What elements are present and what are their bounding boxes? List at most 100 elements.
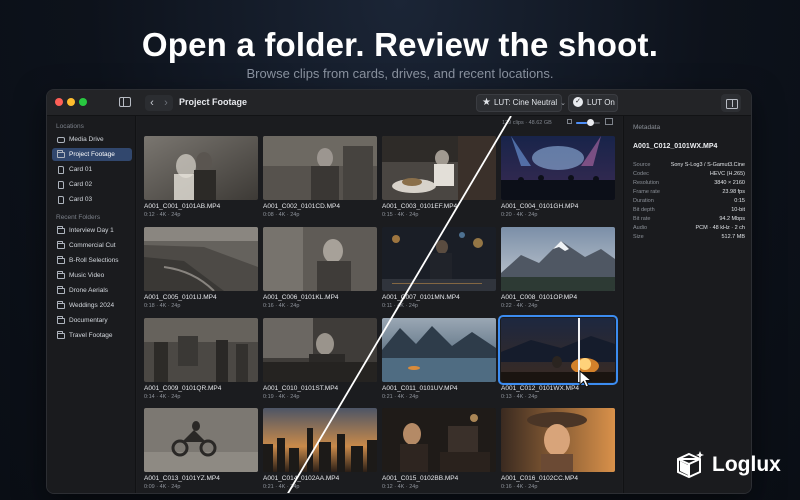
sidebar-item-b-roll-selections[interactable]: B-Roll Selections	[52, 254, 132, 267]
small-thumbnail-icon[interactable]	[567, 119, 572, 124]
card-icon	[58, 196, 64, 204]
clip-thumbnail	[263, 227, 377, 291]
clip-name: A001_C011_0101UV.MP4	[382, 385, 458, 392]
metadata-value: 0:15	[734, 198, 745, 204]
metadata-key: Duration	[633, 198, 654, 204]
clip-thumbnail	[501, 227, 615, 291]
sidebar-item-card-03[interactable]: Card 03	[52, 193, 132, 206]
clip-name: A001_C004_0101GH.MP4	[501, 203, 579, 210]
metadata-row: Bit rate 94.2 Mbps	[633, 216, 745, 225]
locations-heading: Locations	[56, 123, 84, 130]
sidebar-item-label: Weddings 2024	[69, 302, 115, 309]
sidebar-item-documentary[interactable]: Documentary	[52, 314, 132, 327]
sidebar-item-media-drive[interactable]: Media Drive	[52, 133, 132, 146]
metadata-key: Frame rate	[633, 189, 660, 195]
clip-meta: 0:18 · 4K · 24p	[144, 303, 181, 309]
clip-meta: 0:12 · 4K · 24p	[144, 212, 181, 218]
sidebar-item-drone-aerials[interactable]: Drone Aerials	[52, 284, 132, 297]
sidebar-item-label: B-Roll Selections	[69, 257, 119, 264]
metadata-value: 94.2 Mbps	[719, 216, 745, 222]
folder-icon	[57, 271, 65, 279]
card-icon	[58, 181, 64, 189]
sidebar-item-interview-day-1[interactable]: Interview Day 1	[52, 224, 132, 237]
clip-thumbnail	[263, 318, 377, 382]
folder-icon	[57, 301, 65, 309]
clip-thumbnail	[382, 318, 496, 382]
inspector-filename: A001_C012_0101WX.MP4	[633, 143, 718, 150]
clip-meta: 0:12 · 4K · 24p	[382, 484, 419, 490]
folder-icon	[57, 226, 65, 234]
metadata-key: Bit rate	[633, 216, 651, 222]
clip-name: A001_C016_0102CC.MP4	[501, 475, 578, 482]
cube-logo-icon	[677, 451, 704, 479]
back-button[interactable]: ‹	[145, 95, 159, 111]
metadata-key: Resolution	[633, 180, 659, 186]
metadata-value: 10-bit	[731, 207, 745, 213]
metadata-value: Sony S-Log3 / S-Gamut3.Cine	[670, 162, 745, 168]
metadata-key: Audio	[633, 225, 648, 231]
sidebar-item-card-02[interactable]: Card 02	[52, 178, 132, 191]
app-window: ‹ › Project Footage ★ LUT: Cine Neutral ⌄ …	[46, 89, 752, 494]
clip-name: A001_C002_0101CD.MP4	[263, 203, 340, 210]
star-icon: ★	[482, 97, 491, 108]
inspector-heading: Metadata	[633, 124, 661, 131]
sidebar: Locations Media Drive Project Footage Ca…	[47, 116, 136, 493]
large-thumbnail-icon[interactable]	[605, 118, 613, 125]
clip-name: A001_C005_0101IJ.MP4	[144, 294, 217, 301]
sidebar-item-travel-footage[interactable]: Travel Footage	[52, 329, 132, 342]
clip-thumbnail	[144, 136, 258, 200]
metadata-value: 3840 × 2160	[714, 180, 745, 186]
minimize-window-button[interactable]	[67, 98, 75, 106]
sidebar-item-music-video[interactable]: Music Video	[52, 269, 132, 282]
clip-name: A001_C003_0101EF.MP4	[382, 203, 458, 210]
metadata-row: Frame rate 23.98 fps	[633, 189, 745, 198]
forward-button[interactable]: ›	[159, 95, 173, 111]
folder-icon	[57, 286, 65, 294]
maximize-window-button[interactable]	[79, 98, 87, 106]
sidebar-item-weddings-2024[interactable]: Weddings 2024	[52, 299, 132, 312]
folder-icon	[57, 331, 65, 339]
close-window-button[interactable]	[55, 98, 63, 106]
lut-on-toggle[interactable]: ✓ LUT On	[568, 94, 618, 112]
metadata-key: Source	[633, 162, 651, 168]
folder-icon	[57, 256, 65, 264]
slider-knob[interactable]	[587, 119, 594, 126]
clip-name: A001_C010_0101ST.MP4	[263, 385, 339, 392]
metadata-row: Resolution 3840 × 2160	[633, 180, 745, 189]
sidebar-item-label: Commercial Cut	[69, 242, 116, 249]
clip-name: A001_C014_0102AA.MP4	[263, 475, 340, 482]
metadata-row: Source Sony S-Log3 / S-Gamut3.Cine	[633, 162, 745, 171]
sidebar-item-label: Card 03	[69, 196, 93, 203]
sidebar-item-card-01[interactable]: Card 01	[52, 163, 132, 176]
metadata-inspector: Metadata A001_C012_0101WX.MP4 Source Sony…	[623, 116, 751, 493]
lut-select-button[interactable]: ★ LUT: Cine Neutral ⌄	[476, 94, 566, 112]
sidebar-item-label: Documentary	[69, 317, 108, 324]
folder-title: Project Footage	[179, 97, 248, 107]
folder-icon	[57, 150, 65, 158]
inspector-toggle-icon[interactable]	[721, 94, 741, 112]
cursor-icon	[579, 369, 593, 393]
metadata-value: PCM · 48 kHz · 2 ch	[695, 225, 745, 231]
clip-meta: 0:14 · 4K · 24p	[144, 394, 181, 400]
metadata-row: Bit depth 10-bit	[633, 207, 745, 216]
sidebar-item-label: Card 01	[69, 166, 93, 173]
clip-thumbnail	[382, 136, 496, 200]
navigation-buttons: ‹ ›	[145, 95, 173, 111]
lut-toggle-label: LUT On	[587, 98, 615, 107]
sidebar-toggle-icon[interactable]	[119, 97, 131, 107]
clip-meta: 0:08 · 4K · 24p	[263, 212, 300, 218]
lut-label: LUT: Cine Neutral	[493, 98, 558, 107]
clip-meta: 0:19 · 4K · 24p	[263, 394, 300, 400]
metadata-row: Audio PCM · 48 kHz · 2 ch	[633, 225, 745, 234]
clip-meta: 0:15 · 4K · 24p	[382, 212, 419, 218]
metadata-row: Duration 0:15	[633, 198, 745, 207]
sidebar-item-label: Travel Footage	[69, 332, 113, 339]
chevron-down-icon: ⌄	[560, 100, 566, 107]
sidebar-item-project-footage[interactable]: Project Footage	[52, 148, 132, 161]
clip-meta: 0:20 · 4K · 24p	[501, 212, 538, 218]
clip-thumbnail	[501, 136, 615, 200]
clip-meta: 0:16 · 4K · 24p	[263, 303, 300, 309]
metadata-value: 23.98 fps	[722, 189, 745, 195]
brand-logo: Loglux	[676, 450, 781, 480]
sidebar-item-commercial-cut[interactable]: Commercial Cut	[52, 239, 132, 252]
